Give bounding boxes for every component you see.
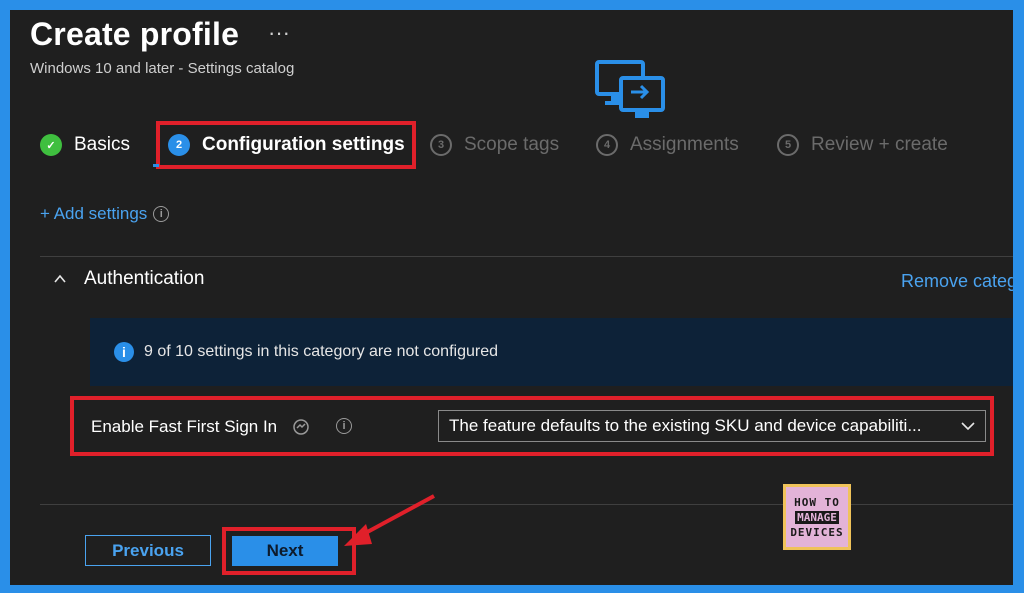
tab-basics-label: Basics (74, 134, 130, 155)
ellipsis-icon[interactable]: ··· (268, 20, 290, 46)
page-subtitle: Windows 10 and later - Settings catalog (30, 60, 295, 77)
setting-row: Enable Fast First Sign In i The feature … (70, 396, 994, 456)
wizard-steps: ✓ Basics 2 Configuration settings 3 Scop… (10, 121, 1013, 169)
info-icon[interactable]: i (336, 418, 352, 434)
tab-scope-tags[interactable]: 3 Scope tags (430, 123, 559, 167)
tab-assignments-label: Assignments (630, 134, 739, 155)
next-button[interactable]: Next (232, 536, 338, 566)
info-icon[interactable]: i (153, 206, 170, 222)
arrow-annotation-icon (344, 494, 435, 546)
step-number-5: 5 (777, 134, 799, 156)
watermark-logo: HOW TO MANAGE DEVICES (783, 484, 851, 550)
chevron-down-icon (961, 422, 975, 431)
info-icon: i (114, 342, 134, 362)
tab-assignments[interactable]: 4 Assignments (596, 123, 739, 167)
app-window: Create profile ··· Windows 10 and later … (10, 10, 1013, 585)
footer-divider (40, 504, 1013, 505)
setting-value-dropdown[interactable]: The feature defaults to the existing SKU… (438, 410, 986, 442)
section-divider (40, 256, 1013, 257)
remote-desktop-icon (595, 60, 665, 118)
dropdown-selected-value: The feature defaults to the existing SKU… (449, 416, 922, 435)
tab-review-create-label: Review + create (811, 134, 948, 155)
watermark-line-1: HOW TO (794, 495, 840, 509)
add-settings-label[interactable]: + Add settings (40, 204, 147, 224)
watermark-line-2: MANAGE (795, 510, 839, 524)
tab-configuration-settings[interactable]: 2 Configuration settings (156, 121, 416, 169)
tab-basics[interactable]: ✓ Basics (40, 123, 130, 167)
step-number-4: 4 (596, 134, 618, 156)
check-icon: ✓ (40, 134, 62, 156)
tab-configuration-settings-label: Configuration settings (202, 134, 405, 155)
tab-scope-tags-label: Scope tags (464, 134, 560, 155)
step-number-2: 2 (168, 134, 190, 156)
info-banner: i 9 of 10 settings in this category are … (90, 318, 1013, 386)
category-name: Authentication (84, 268, 205, 289)
remove-category-link[interactable]: Remove category (901, 271, 1013, 292)
add-settings-link[interactable]: + Add settings i (40, 204, 170, 224)
page-title: Create profile (30, 16, 240, 52)
tab-review-create[interactable]: 5 Review + create (777, 123, 948, 167)
info-banner-text: 9 of 10 settings in this category are no… (144, 343, 498, 360)
setting-label: Enable Fast First Sign In (91, 417, 278, 436)
previous-button[interactable]: Previous (85, 535, 211, 566)
sync-icon (293, 419, 309, 435)
step-number-3: 3 (430, 134, 452, 156)
watermark-line-3: DEVICES (790, 525, 844, 539)
active-tab-indicator (153, 164, 159, 167)
chevron-up-icon[interactable] (54, 273, 66, 285)
category-header[interactable]: Authentication (54, 268, 204, 290)
